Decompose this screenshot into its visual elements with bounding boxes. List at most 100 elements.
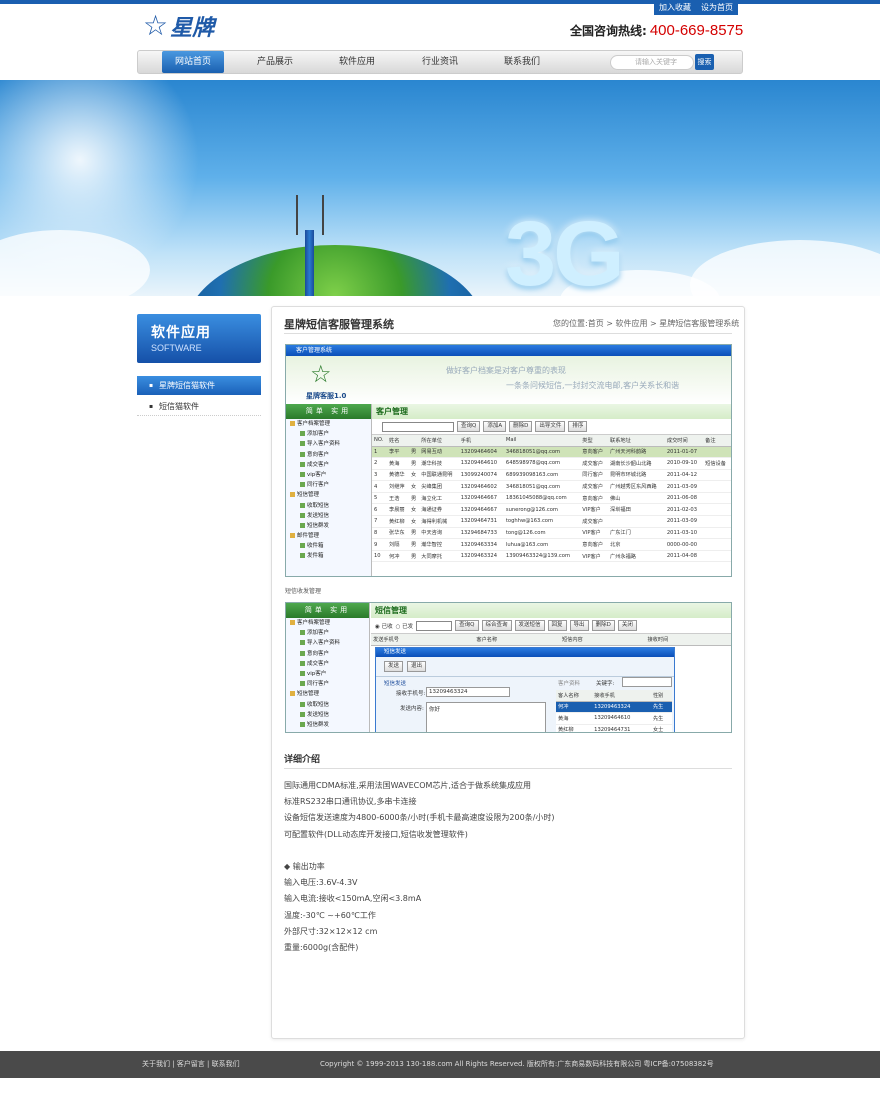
table-row: 黄红柳 13209464731 女士 (556, 724, 672, 732)
app-tree: 简单 实用 客户档案管理 添加客户 导入客户资料 意向客户 成交客户 vip客户 同行客户短… (286, 603, 370, 732)
table-cell: 海得利机械 (419, 515, 459, 528)
table-cell: 佛山 (608, 492, 665, 505)
sidebar-item-star-sms[interactable]: 星牌短信猫软件 (137, 376, 261, 395)
send-button: 发送 (384, 661, 404, 672)
folder-icon (290, 620, 295, 625)
table-cell: VIP客户 (580, 503, 609, 517)
table-cell (703, 480, 731, 493)
app-name: 星牌客服1.0 (306, 392, 347, 400)
table-cell: 大同摩托 (419, 550, 459, 563)
site-logo[interactable]: ☆ 星牌 (143, 10, 214, 42)
tree-header: 简单 实用 (286, 603, 369, 618)
table-cell: 成交客户 (580, 457, 609, 470)
table-cell: 13209463334 (458, 538, 504, 551)
product-screenshot-customer: 客户管理系统 ☆ 星牌客服1.0 做好客户档案是对客户尊重的表现 一条条问候短信… (285, 344, 732, 577)
query-button: 查询Q (457, 421, 481, 432)
column-header: 备注 (703, 435, 731, 447)
nav-home[interactable]: 网站首页 (162, 51, 224, 73)
nav-products[interactable]: 产品展示 (244, 51, 306, 73)
search-button[interactable]: 搜索 (695, 54, 714, 70)
table-cell: 5 (372, 492, 388, 505)
table-cell: 13209464731 (458, 515, 504, 528)
set-homepage-link[interactable]: 设为首页 (696, 0, 738, 15)
add-favorite-link[interactable]: 加入收藏 (654, 0, 696, 15)
table-cell: 意向客户 (580, 446, 609, 459)
table-cell: VIP客户 (580, 550, 609, 563)
table-cell: 男 (408, 457, 420, 470)
column-header: 性别 (650, 690, 672, 702)
keyword-input (622, 677, 672, 687)
table-cell: 2011-03-09 (664, 480, 704, 493)
column-header: NO. (372, 435, 388, 447)
item-icon (300, 660, 305, 666)
sidebar-item-sms-modem[interactable]: 短信猫软件 (137, 397, 261, 416)
table-cell: 13209463324 (458, 550, 504, 563)
table-cell: 同行客户 (580, 469, 609, 482)
table-cell: 9 (372, 538, 388, 551)
banner-3g-text: 3G (505, 203, 625, 296)
table-cell: 1 (372, 446, 388, 459)
item-icon (300, 670, 305, 676)
customer-toolbar: 查询Q 添加A 删除D 出导文件 排序 (372, 419, 731, 435)
table-cell (703, 550, 731, 563)
table-row: 7 黄红柳女海得利机械 13209464731 toghhw@163.com 成交客户 2… (372, 515, 731, 528)
table-cell: 689939098163.com (503, 469, 581, 482)
table-cell: 13209464602 (458, 480, 504, 493)
tree-item-label: 短信群发 (307, 721, 330, 728)
tree-header: 简单 实用 (286, 404, 371, 419)
detail-line: 输入电流:接收<150mA,空闲<3.8mA (284, 894, 422, 904)
table-row: 9 刘隔男瀚华智控 13209463334 luhua@163.com 意向客户 北京 00… (372, 538, 731, 551)
table-cell: 张华东 (387, 527, 409, 540)
detail-line: 输入电压:3.6V-4.3V (284, 878, 358, 888)
content-label: 发送内容: (400, 706, 424, 712)
column-header: 姓名 (387, 435, 409, 447)
details-text: 国际通用CDMA标准,采用法国WAVECOM芯片,适合于做系统集成应用 标准RS2… (284, 778, 555, 956)
item-icon (300, 721, 305, 727)
table-cell: 女 (408, 469, 420, 482)
tree-item: 添加客户 (286, 429, 371, 439)
nav-contact[interactable]: 联系我们 (491, 51, 553, 73)
main-nav: 网站首页 产品展示 软件应用 行业资讯 联系我们 请输入关键字 搜索 (137, 50, 743, 74)
footer-links[interactable]: 关于我们 | 客户留言 | 联系我们 (142, 1051, 240, 1078)
table-cell: 湖南长沙韶山北路 (608, 457, 665, 470)
search-input[interactable]: 请输入关键字 (610, 55, 694, 70)
table-cell: 何冲 (556, 701, 593, 714)
column-header: 客人名称 (556, 690, 593, 702)
table-cell: 2011-04-08 (664, 550, 704, 563)
screenshot2-caption: 短信收发管理 (285, 588, 322, 595)
item-icon (300, 543, 305, 549)
details-title: 详细介绍 (284, 755, 321, 765)
footer-copyright: Copyright © 1999-2013 130-188.com All Ri… (320, 1060, 714, 1068)
table-cell: 瀚华智控 (419, 538, 459, 551)
nav-news[interactable]: 行业资讯 (409, 51, 471, 73)
tree-item: 邮件管理 (286, 531, 371, 541)
tree-item-label: 添加客户 (307, 431, 330, 438)
page-bottom (0, 1078, 880, 1115)
table-cell: 黄红柳 (556, 724, 593, 732)
table-cell: 346818051@qq.com (503, 480, 581, 493)
table-cell: 意向客户 (580, 492, 609, 505)
tree-item: 意向客户 (286, 649, 369, 659)
tree-item: 短信管理 (286, 689, 369, 699)
item-icon (300, 502, 305, 508)
column-header: 成交时间 (664, 435, 704, 447)
tree-item: 成交客户 (286, 659, 369, 669)
tree-item-label: 成交客户 (307, 660, 330, 667)
table-cell: 8 (372, 527, 388, 540)
table-cell: 2011-01-07 (664, 446, 704, 459)
nav-software[interactable]: 软件应用 (326, 51, 388, 73)
table-cell: 广东江门 (608, 527, 665, 540)
table-cell: 先生 (650, 712, 672, 725)
table-cell (608, 515, 665, 528)
phone-label: 接收手机号: (396, 691, 426, 697)
tree-item: 添加客户 (286, 628, 369, 638)
tree-item: vip客户 (286, 669, 369, 679)
top-accent-bar (0, 0, 880, 4)
table-cell: 6 (372, 503, 388, 517)
tower-antenna (296, 195, 324, 235)
table-cell: 黄德华 (387, 469, 409, 482)
close-button: 关闭 (617, 620, 637, 631)
tree-item-label: 导入客户资料 (307, 640, 341, 647)
page-title: 星牌短信客服管理系统 (284, 318, 394, 331)
breadcrumb: 您的位置:首页 > 软件应用 > 星牌短信客服管理系统 (553, 319, 740, 328)
